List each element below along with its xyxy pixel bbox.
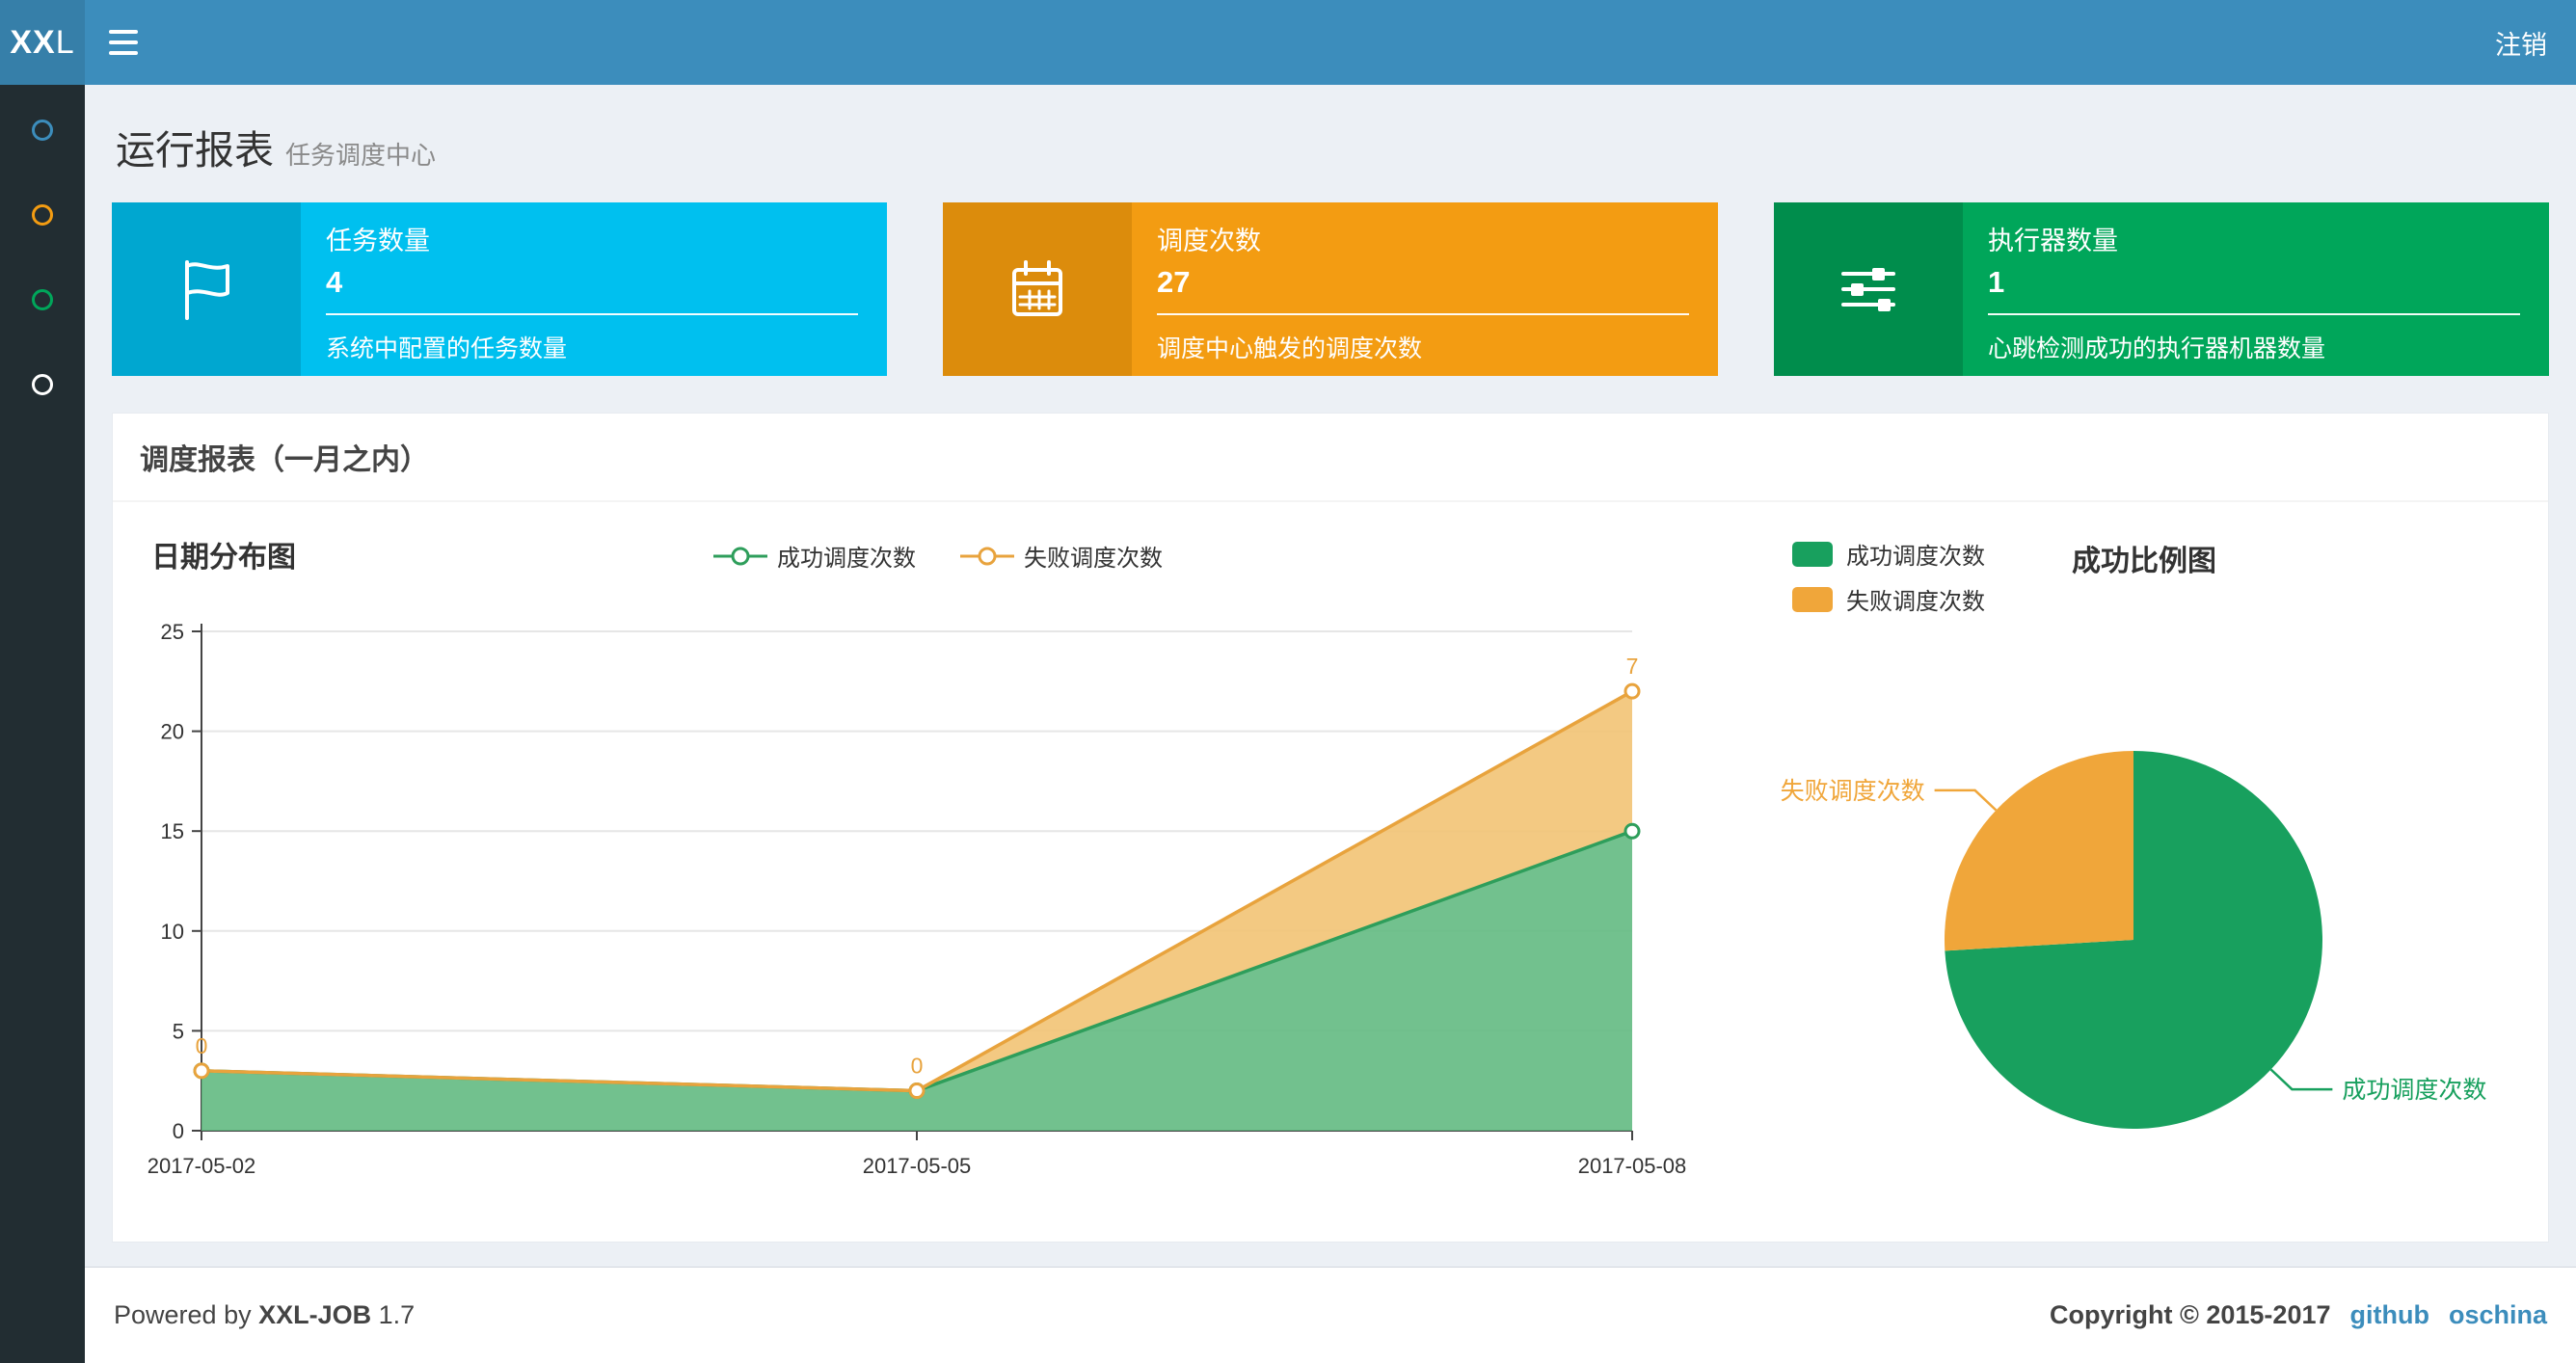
trigger-count-label: 调度次数 (1157, 227, 1261, 255)
footer: Powered by XXL-JOB 1.7 Copyright © 2015-… (85, 1267, 2576, 1363)
sidebar-item-icon[interactable] (32, 374, 53, 395)
legend-label: 失败调度次数 (1846, 589, 1985, 615)
line-circle-icon (960, 547, 1014, 565)
calendar-icon (943, 202, 1132, 376)
svg-text:0: 0 (911, 1054, 924, 1079)
footer-right: Copyright © 2015-2017 github oschina (2050, 1300, 2547, 1330)
legend-label: 成功调度次数 (777, 546, 916, 572)
date-distribution-chart[interactable]: 05101520252017-05-02 2017-05-05 2017-05-08… (128, 591, 1729, 1208)
logout-link[interactable]: 注销 (2495, 24, 2547, 62)
date-distribution-section: 日期分布图 成功调度次数 失败调度次数 0 5 10 15 20 25 2017… (128, 521, 1748, 1213)
brand-version: 1.7 (378, 1300, 416, 1329)
top-navbar: XX L 注销 (0, 0, 2576, 85)
line-circle-icon (713, 547, 767, 565)
panel-body: 日期分布图 成功调度次数 失败调度次数 0 5 10 15 20 25 2017… (113, 502, 2548, 1242)
jobs-count-desc: 系统中配置的任务数量 (326, 335, 568, 362)
legend-item-fail[interactable]: 失败调度次数 (960, 539, 1163, 573)
svg-text:5: 5 (173, 1019, 184, 1043)
navbar-main: 注销 (85, 0, 2576, 85)
divider (1988, 313, 2520, 315)
legend-swatch (1792, 586, 1833, 612)
svg-text:25: 25 (161, 620, 184, 644)
brand-name: XXL-JOB (258, 1300, 372, 1329)
svg-text:10: 10 (161, 920, 184, 944)
oschina-link[interactable]: oschina (2449, 1300, 2547, 1330)
legend-item-success[interactable]: 成功调度次数 (1792, 537, 1985, 571)
schedule-report-panel: 调度报表（一月之内） 日期分布图 成功调度次数 失败调度次数 0 5 10 15… (112, 413, 2549, 1243)
page-header: 运行报表 任务调度中心 (116, 118, 2551, 175)
svg-text:0: 0 (196, 1033, 208, 1058)
trigger-count-box[interactable]: 调度次数 27 调度中心触发的调度次数 (943, 202, 1718, 376)
line-chart-legend: 成功调度次数 失败调度次数 (128, 539, 1748, 573)
page-title: 运行报表 (116, 128, 274, 173)
hamburger-icon (109, 51, 138, 55)
executor-count-desc: 心跳检测成功的执行器机器数量 (1988, 335, 2326, 362)
hamburger-icon (109, 30, 138, 34)
pie-chart-title: 成功比例图 (2072, 546, 2216, 577)
page-subtitle: 任务调度中心 (285, 141, 437, 170)
svg-text:成功调度次数: 成功调度次数 (2342, 1077, 2486, 1104)
legend-item-fail[interactable]: 失败调度次数 (1792, 582, 1985, 616)
trigger-count-content: 调度次数 27 调度中心触发的调度次数 (1132, 202, 1718, 376)
svg-text:2017-05-05: 2017-05-05 (863, 1154, 972, 1178)
success-ratio-section: 成功调度次数 失败调度次数 成功比例图 成功调度次数 失败调度次数 (1748, 521, 2533, 1213)
panel-title: 调度报表（一月之内） (113, 414, 2548, 502)
svg-text:2017-05-02: 2017-05-02 (148, 1154, 256, 1178)
powered-prefix: Powered by (114, 1300, 252, 1329)
legend-label: 失败调度次数 (1024, 546, 1163, 572)
sidebar-toggle-button[interactable] (85, 0, 162, 85)
hamburger-icon (109, 40, 138, 44)
divider (1157, 313, 1689, 315)
executor-count-content: 执行器数量 1 心跳检测成功的执行器机器数量 (1963, 202, 2549, 376)
trigger-count-desc: 调度中心触发的调度次数 (1157, 335, 1423, 362)
line-chart-header: 日期分布图 成功调度次数 失败调度次数 (128, 521, 1748, 591)
executor-count-label: 执行器数量 (1988, 227, 2118, 255)
content-area: 运行报表 任务调度中心 任务数量 4 系统中配置的任务数量 调度次数 27 调度… (85, 0, 2576, 1243)
jobs-count-box[interactable]: 任务数量 4 系统中配置的任务数量 (112, 202, 887, 376)
github-link[interactable]: github (2350, 1300, 2429, 1330)
svg-text:失败调度次数: 失败调度次数 (1781, 778, 1925, 805)
sidebar-item-icon[interactable] (32, 289, 53, 310)
sidebar (0, 85, 85, 1363)
svg-text:0: 0 (173, 1119, 184, 1143)
flag-icon (112, 202, 301, 376)
jobs-count-label: 任务数量 (326, 227, 430, 255)
svg-text:20: 20 (161, 720, 184, 744)
executor-count-value: 1 (1988, 265, 2005, 299)
svg-text:15: 15 (161, 819, 184, 843)
legend-swatch (1792, 541, 1833, 567)
copyright-text: Copyright © 2015-2017 (2049, 1300, 2331, 1329)
trigger-count-value: 27 (1157, 265, 1191, 299)
jobs-count-value: 4 (326, 265, 343, 299)
logo-text-bold: XX (10, 23, 56, 61)
logo-text-light: L (55, 23, 75, 61)
jobs-count-content: 任务数量 4 系统中配置的任务数量 (301, 202, 887, 376)
app-logo[interactable]: XX L (0, 0, 85, 85)
svg-text:7: 7 (1626, 654, 1639, 679)
executor-count-box[interactable]: 执行器数量 1 心跳检测成功的执行器机器数量 (1774, 202, 2549, 376)
legend-label: 成功调度次数 (1846, 544, 1985, 570)
svg-text:2017-05-08: 2017-05-08 (1578, 1154, 1687, 1178)
sidebar-item-icon[interactable] (32, 204, 53, 226)
sliders-icon (1774, 202, 1963, 376)
powered-by: Powered by XXL-JOB 1.7 (114, 1300, 415, 1330)
divider (326, 313, 858, 315)
sidebar-item-icon[interactable] (32, 120, 53, 141)
success-ratio-pie-chart[interactable]: 成功调度次数 失败调度次数 (1748, 602, 2500, 1181)
legend-item-success[interactable]: 成功调度次数 (713, 539, 916, 573)
pie-chart-legend: 成功调度次数 失败调度次数 (1792, 537, 1985, 616)
summary-boxes: 任务数量 4 系统中配置的任务数量 调度次数 27 调度中心触发的调度次数 执行… (112, 202, 2549, 376)
